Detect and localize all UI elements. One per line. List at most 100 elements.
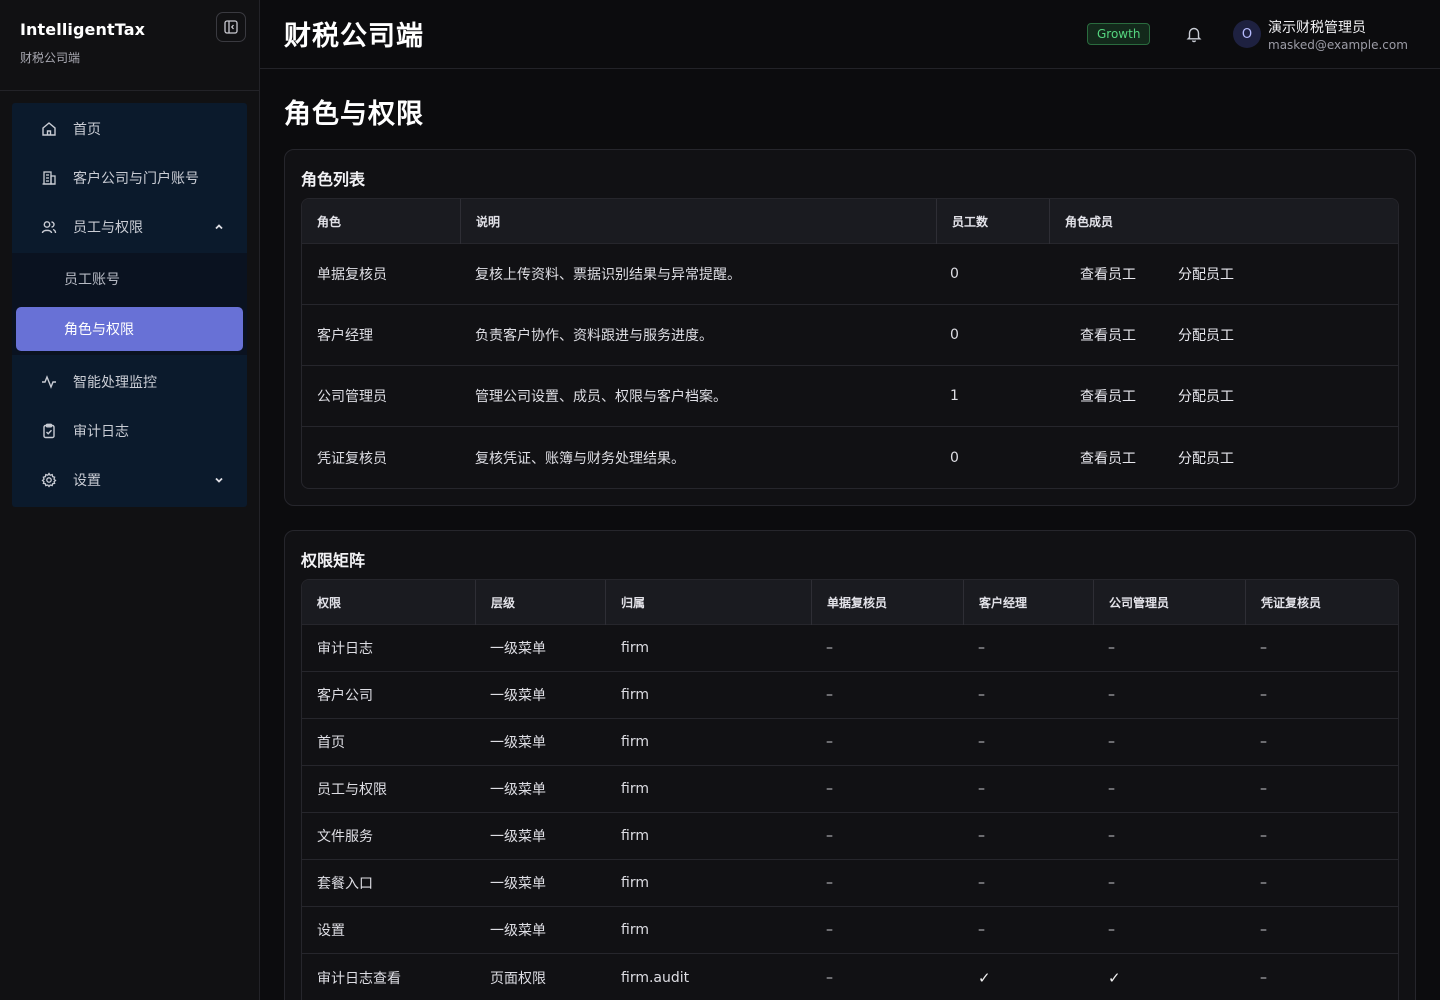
col-role-members: 角色成员: [1049, 199, 1398, 244]
permission-scope: firm.audit: [621, 969, 690, 986]
col-staff-count: 员工数: [936, 199, 1049, 244]
col-permission: 权限: [317, 596, 342, 610]
col-level: 层级: [475, 580, 605, 625]
sidebar-item-label: 设置: [73, 473, 101, 489]
table-row: 公司管理员 管理公司设置、成员、权限与客户档案。 1 查看员工 分配员工: [302, 366, 1398, 427]
role-name: 单据复核员: [317, 267, 387, 283]
permission-level: 一级菜单: [490, 876, 546, 892]
submenu-staff-permissions: 员工账号 角色与权限: [12, 253, 247, 355]
view-staff-button[interactable]: 查看员工: [1065, 366, 1136, 426]
chevron-down-icon: [211, 472, 227, 488]
view-staff-button[interactable]: 查看员工: [1065, 305, 1136, 365]
permission-name: 客户公司: [317, 688, 373, 704]
matrix-card-title: 权限矩阵: [301, 551, 366, 570]
sidebar-item-home[interactable]: 首页: [12, 107, 247, 151]
permission-denied-cell: –: [826, 922, 833, 938]
table-row: 单据复核员 复核上传资料、票据识别结果与异常提醒。 0 查看员工 分配员工: [302, 244, 1398, 305]
view-staff-button[interactable]: 查看员工: [1065, 244, 1136, 304]
roles-card-title: 角色列表: [301, 170, 366, 189]
permission-denied-cell: –: [826, 734, 833, 750]
permission-denied-cell: –: [826, 969, 833, 986]
table-row: 设置 一级菜单 firm – – – –: [302, 907, 1398, 954]
notifications-button[interactable]: [1184, 24, 1204, 44]
roles-table-header: 角色 说明 员工数 角色成员: [302, 199, 1398, 244]
avatar[interactable]: O: [1233, 20, 1261, 48]
plan-badge[interactable]: Growth: [1087, 23, 1151, 45]
table-row: 客户公司 一级菜单 firm – – – –: [302, 672, 1398, 719]
gear-icon: [40, 471, 58, 489]
assign-staff-button[interactable]: 分配员工: [1163, 366, 1234, 426]
sidebar-item-staff-accounts[interactable]: 员工账号: [16, 257, 243, 301]
col-description: 说明: [460, 199, 936, 244]
role-description: 复核凭证、账簿与财务处理结果。: [475, 450, 685, 467]
permission-denied-cell: –: [978, 640, 985, 656]
staff-count: 0: [950, 449, 959, 466]
role-name: 客户经理: [317, 328, 373, 344]
permission-denied-cell: –: [1260, 922, 1267, 938]
staff-count: 0: [950, 327, 959, 343]
sidebar-item-label: 员工账号: [64, 272, 120, 288]
permission-denied-cell: –: [1260, 969, 1267, 986]
permission-name: 设置: [317, 923, 345, 939]
permission-denied-cell: –: [826, 875, 833, 891]
permission-denied-cell: –: [1108, 781, 1115, 797]
sidebar-item-label: 审计日志: [73, 424, 129, 440]
permission-denied-cell: –: [1108, 875, 1115, 891]
roles-card: 角色列表 角色 说明 员工数 角色成员 单据复核员 复核上传资料、票据识别结果与…: [284, 149, 1416, 506]
brand: IntelligentTax 财税公司端: [0, 0, 259, 91]
table-row: 审计日志 一级菜单 firm – – – –: [302, 625, 1398, 672]
chevron-up-icon: [211, 219, 227, 235]
col-role-account-manager: 客户经理: [963, 580, 1093, 625]
sidebar-item-settings[interactable]: 设置: [12, 458, 247, 502]
users-icon: [40, 218, 58, 236]
staff-count: 0: [950, 266, 959, 282]
permission-name: 审计日志查看: [317, 970, 401, 987]
permission-denied-cell: –: [978, 922, 985, 938]
role-description: 复核上传资料、票据识别结果与异常提醒。: [475, 267, 741, 283]
permission-level: 一级菜单: [490, 782, 546, 798]
col-role-doc-reviewer: 单据复核员: [811, 580, 963, 625]
permission-matrix-card: 权限矩阵 权限 层级 归属 单据复核员 客户经理 公司管理员 凭证复核员 审计日…: [284, 530, 1416, 1000]
sidebar-item-staff-permissions[interactable]: 员工与权限: [12, 205, 247, 249]
permission-name: 文件服务: [317, 829, 373, 845]
permission-denied-cell: –: [978, 828, 985, 844]
table-row: 审计日志查看 页面权限 firm.audit – ✓ ✓ –: [302, 954, 1398, 1000]
sidebar-item-roles-permissions[interactable]: 角色与权限: [16, 307, 243, 351]
brand-title: IntelligentTax: [20, 20, 146, 39]
assign-staff-button[interactable]: 分配员工: [1163, 305, 1234, 365]
staff-count: 1: [950, 388, 959, 404]
sidebar-item-client-companies[interactable]: 客户公司与门户账号: [12, 156, 247, 200]
permission-scope: firm: [621, 687, 649, 703]
matrix-table-header: 权限 层级 归属 单据复核员 客户经理 公司管理员 凭证复核员: [302, 580, 1398, 625]
home-icon: [40, 120, 58, 138]
permission-granted-cell: ✓: [1108, 968, 1121, 987]
bell-icon: [1186, 27, 1202, 43]
activity-icon: [40, 373, 58, 391]
permission-denied-cell: –: [1260, 734, 1267, 750]
clipboard-check-icon: [40, 422, 58, 440]
permission-denied-cell: –: [826, 781, 833, 797]
view-staff-button[interactable]: 查看员工: [1065, 427, 1136, 488]
permission-denied-cell: –: [978, 875, 985, 891]
assign-staff-button[interactable]: 分配员工: [1163, 427, 1234, 488]
permission-denied-cell: –: [826, 828, 833, 844]
permission-denied-cell: –: [826, 687, 833, 703]
permission-scope: firm: [621, 922, 649, 938]
top-header: 财税公司端 Growth O 演示财税管理员 masked@example.co…: [260, 0, 1440, 69]
sidebar-item-audit-log[interactable]: 审计日志: [12, 409, 247, 453]
role-name: 公司管理员: [317, 389, 387, 405]
permission-denied-cell: –: [978, 687, 985, 703]
user-name[interactable]: 演示财税管理员: [1268, 17, 1366, 37]
header-title: 财税公司端: [284, 21, 424, 52]
sidebar-item-ai-monitor[interactable]: 智能处理监控: [12, 360, 247, 404]
permission-level: 一级菜单: [490, 923, 546, 939]
permission-denied-cell: –: [826, 640, 833, 656]
permission-level: 一级菜单: [490, 641, 546, 657]
sidebar-item-label: 员工与权限: [73, 220, 143, 236]
role-description: 负责客户协作、资料跟进与服务进度。: [475, 328, 713, 344]
assign-staff-button[interactable]: 分配员工: [1163, 244, 1234, 304]
permission-denied-cell: –: [1108, 734, 1115, 750]
permission-name: 员工与权限: [317, 782, 387, 798]
permission-denied-cell: –: [978, 781, 985, 797]
sidebar-collapse-button[interactable]: [216, 12, 246, 42]
